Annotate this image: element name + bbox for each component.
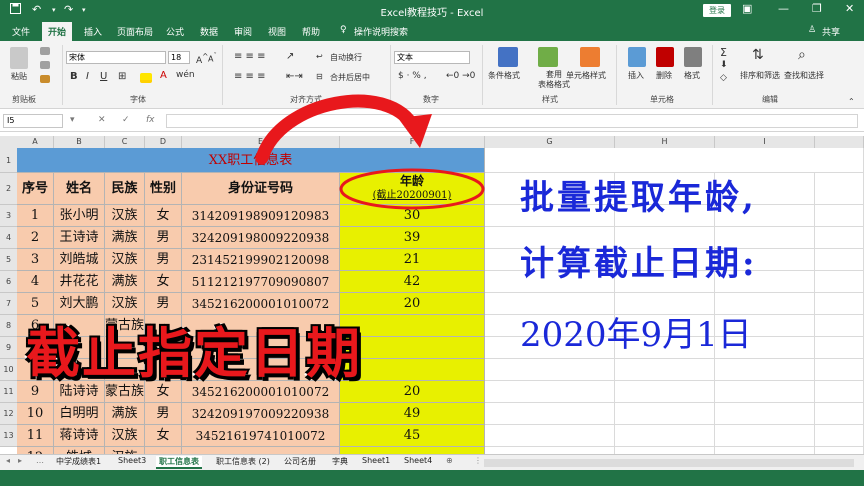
sheet-tab[interactable]: Sheet3 [118,456,146,465]
blue-caption-line2: 计算截止日期: [520,244,758,284]
sheet-tab[interactable]: Sheet4 [404,456,432,465]
blue-caption-line3: 2020年9月1日 [520,315,752,355]
arrow-head [398,114,432,148]
blue-caption-line1: 批量提取年龄, [520,178,757,218]
status-bar [0,470,864,486]
sheet-tab[interactable]: 职工信息表 (2) [216,456,270,467]
sheet-tab[interactable]: Sheet1 [362,456,390,465]
horizontal-scrollbar[interactable] [484,459,854,467]
prev-sheet-icon[interactable]: ◂ [6,456,10,465]
excel-window: ↶ ▾ ↷ ▾ Excel教程技巧 - Excel 登录 ▣ — ❐ ✕ 文件 … [0,0,864,486]
tab-split-handle[interactable]: ⋮ [474,456,482,465]
add-sheet-icon[interactable]: ⊕ [446,456,453,465]
sheet-tab-active[interactable]: 职工信息表 [156,456,202,469]
sheet-tab[interactable]: 字典 [332,456,348,467]
more-sheets-icon[interactable]: … [36,456,44,465]
sheet-tab[interactable]: 中学成绩表1 [56,456,101,467]
sheet-tab[interactable]: 公司名册 [284,456,316,467]
highlight-ellipse [339,168,485,210]
next-sheet-icon[interactable]: ▸ [18,456,22,465]
red-caption: 截止指定日期 [25,321,362,387]
sheet-tab-bar: ◂ ▸ … 中学成绩表1 Sheet3 职工信息表 职工信息表 (2) 公司名册… [0,454,864,470]
curved-arrow [255,94,421,165]
